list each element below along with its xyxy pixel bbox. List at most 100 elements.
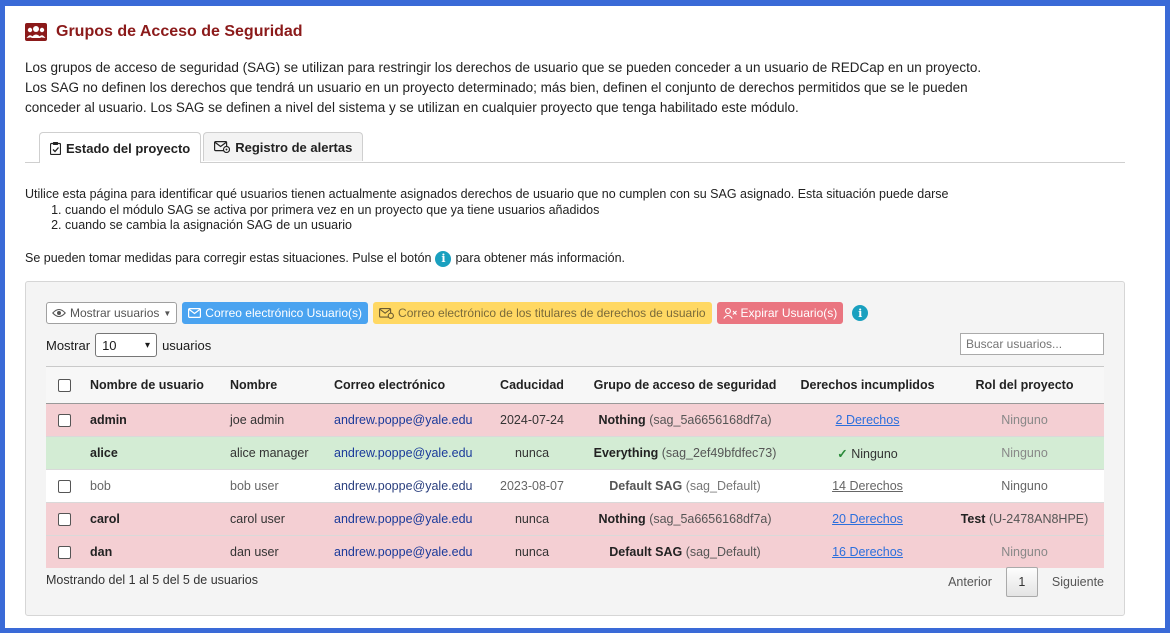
pagination: Anterior 1 Siguiente xyxy=(948,567,1104,597)
rights-cell: 14 Derechos xyxy=(790,469,945,503)
row-select-cell xyxy=(46,469,80,503)
sag-cell: Default SAG (sag_Default) xyxy=(580,469,790,503)
username-cell: alice xyxy=(80,436,220,470)
page-title: Grupos de Acceso de Seguridad xyxy=(56,23,303,40)
main-content: Grupos de Acceso de Seguridad Los grupos… xyxy=(25,16,1125,616)
select-all-header xyxy=(46,366,80,404)
sag-name: Everything xyxy=(593,446,659,460)
username-cell: dan xyxy=(80,535,220,568)
name-cell: dan user xyxy=(220,535,324,568)
row-checkbox[interactable] xyxy=(58,546,71,560)
column-header[interactable]: Correo electrónico xyxy=(324,366,484,404)
select-all-checkbox[interactable] xyxy=(58,379,71,393)
page-length-select[interactable]: 10 ▾ xyxy=(95,333,158,357)
users-group-icon xyxy=(25,23,47,41)
rights-cell: ✓ Ninguno xyxy=(790,436,945,470)
page-button[interactable]: 1 xyxy=(1005,567,1038,597)
column-header[interactable]: Rol del proyecto xyxy=(945,366,1104,404)
length-prefix: Mostrar xyxy=(46,337,91,353)
rights-link[interactable]: 20 Derechos xyxy=(832,512,903,526)
email-users-button[interactable]: Correo electrónico Usuario(s) xyxy=(182,302,369,324)
page-header: Grupos de Acceso de Seguridad xyxy=(25,16,1125,48)
sag-id: (sag_Default) xyxy=(685,545,761,559)
column-header[interactable]: Nombre xyxy=(220,366,324,404)
caret-down-icon: ▼ xyxy=(163,308,172,318)
expiration-cell: nunca xyxy=(484,535,580,568)
table-row: dan dan user andrew.poppe@yale.edu nunca… xyxy=(46,535,1104,568)
info-icon[interactable]: i xyxy=(852,305,869,321)
username-cell: carol xyxy=(80,502,220,536)
chevron-down-icon: ▾ xyxy=(145,339,151,351)
instructions-item: cuando se cambia la asignación SAG de un… xyxy=(65,218,1125,234)
sag-cell: Nothing (sag_5a6656168df7a) xyxy=(580,502,790,536)
previous-page-button[interactable]: Anterior xyxy=(948,575,992,589)
row-select-cell xyxy=(46,502,80,536)
expire-users-button[interactable]: Expirar Usuario(s) xyxy=(716,302,844,324)
role-cell: Ninguno xyxy=(945,469,1104,503)
email-rights-holders-button[interactable]: Correo electrónico de los titulares de d… xyxy=(373,302,712,324)
user-x-icon xyxy=(722,307,737,319)
sag-id: (sag_5a6656168df7a) xyxy=(649,512,772,526)
role-cell: Ninguno xyxy=(945,535,1104,568)
rights-link[interactable]: 14 Derechos xyxy=(832,479,903,493)
column-header[interactable]: Caducidad xyxy=(484,366,580,404)
info-icon[interactable]: i xyxy=(435,250,452,267)
table-row: admin joe admin andrew.poppe@yale.edu 20… xyxy=(46,403,1104,437)
instructions-item: cuando el módulo SAG se activa por prime… xyxy=(65,203,1125,219)
instructions-note: Se pueden tomar medidas para corregir es… xyxy=(25,250,1125,267)
email-cell: andrew.poppe@yale.edu xyxy=(324,469,484,503)
search-input[interactable] xyxy=(960,333,1104,355)
column-header[interactable]: Grupo de acceso de seguridad xyxy=(580,366,790,404)
username-cell: admin xyxy=(80,403,220,437)
sag-name: Default SAG xyxy=(609,545,683,559)
table-header-row: Nombre de usuario Nombre Correo electrón… xyxy=(46,366,1104,404)
next-page-button[interactable]: Siguiente xyxy=(1052,575,1104,589)
row-checkbox[interactable] xyxy=(58,414,71,428)
rights-cell: 16 Derechos xyxy=(790,535,945,568)
table-row: bob bob user andrew.poppe@yale.edu 2023-… xyxy=(46,469,1104,503)
show-users-label: Mostrar usuarios xyxy=(70,306,160,320)
users-table: Nombre de usuario Nombre Correo electrón… xyxy=(46,366,1104,568)
email-cell: andrew.poppe@yale.edu xyxy=(324,502,484,536)
tab-project-status-label: Estado del proyecto xyxy=(66,140,191,156)
sag-name: Nothing xyxy=(598,413,646,427)
rights-link[interactable]: 16 Derechos xyxy=(832,545,903,559)
sag-id: (sag_Default) xyxy=(685,479,761,493)
checkmark-icon: ✓ xyxy=(837,446,848,461)
show-users-dropdown[interactable]: Mostrar usuarios ▼ xyxy=(46,302,178,324)
rights-link[interactable]: 2 Derechos xyxy=(836,413,900,427)
username-cell: bob xyxy=(80,469,220,503)
envelope-gear-icon xyxy=(379,307,394,319)
name-cell: joe admin xyxy=(220,403,324,437)
sag-cell: Default SAG (sag_Default) xyxy=(580,535,790,568)
role-cell: Ninguno xyxy=(945,403,1104,437)
email-users-label: Correo electrónico Usuario(s) xyxy=(205,306,363,320)
tab-bar: Estado del proyecto Registro de alertas xyxy=(25,132,1125,163)
column-header[interactable]: Derechos incumplidos xyxy=(790,366,945,404)
tab-alert-log[interactable]: Registro de alertas xyxy=(203,132,364,161)
name-cell: bob user xyxy=(220,469,324,503)
email-cell: andrew.poppe@yale.edu xyxy=(324,535,484,568)
eye-icon xyxy=(52,308,66,318)
row-checkbox[interactable] xyxy=(58,513,71,527)
expiration-cell: nunca xyxy=(484,502,580,536)
expiration-cell: nunca xyxy=(484,436,580,470)
sag-id: (sag_5a6656168df7a) xyxy=(649,413,772,427)
page-length-control: Mostrar 10 ▾ usuarios xyxy=(46,333,211,357)
sag-cell: Everything (sag_2ef49bfdfec73) xyxy=(580,436,790,470)
instructions: Utilice esta página para identificar qué… xyxy=(25,187,1125,267)
column-header[interactable]: Nombre de usuario xyxy=(80,366,220,404)
row-checkbox[interactable] xyxy=(58,480,71,494)
role-cell: Ninguno xyxy=(945,436,1104,470)
instructions-lead: Utilice esta página para identificar qué… xyxy=(25,187,949,201)
email-cell: andrew.poppe@yale.edu xyxy=(324,436,484,470)
length-suffix: usuarios xyxy=(162,337,212,353)
email-cell: andrew.poppe@yale.edu xyxy=(324,403,484,437)
envelope-icon xyxy=(188,308,202,318)
name-cell: carol user xyxy=(220,502,324,536)
note-text-before: Se pueden tomar medidas para corregir es… xyxy=(25,250,432,265)
tab-project-status[interactable]: Estado del proyecto xyxy=(39,132,202,163)
rights-status: Ninguno xyxy=(851,446,898,461)
intro-text: Los grupos de acceso de seguridad (SAG) … xyxy=(25,60,982,115)
sag-id: (sag_2ef49bfdfec73) xyxy=(661,446,777,460)
